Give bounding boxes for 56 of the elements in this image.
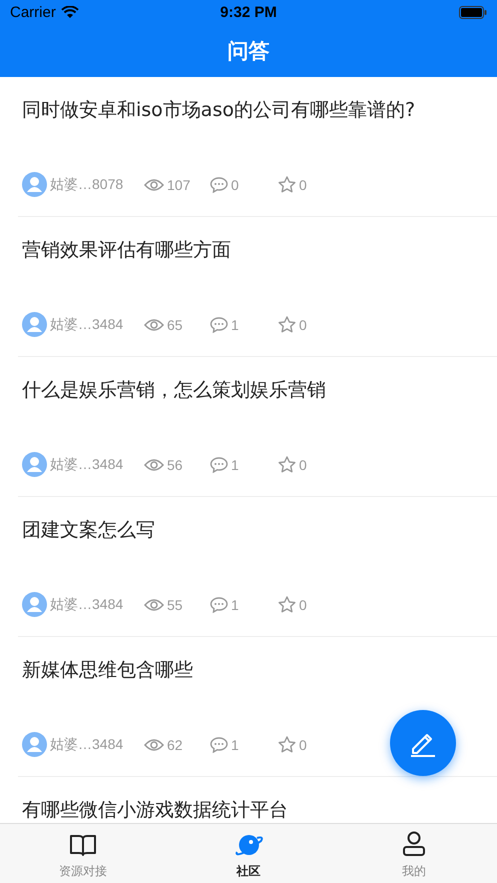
tab-bar-item[interactable]: 社区 <box>166 824 332 883</box>
author-name: 姑婆…3484 <box>50 456 124 474</box>
comment-count: 1 <box>231 736 239 752</box>
eye-icon <box>144 598 164 612</box>
compose-button[interactable] <box>390 710 456 776</box>
favorite-count: 0 <box>299 176 307 192</box>
author-name: 姑婆…3484 <box>50 316 124 334</box>
eye-icon <box>144 178 164 192</box>
comment-icon <box>210 456 228 472</box>
star-icon <box>278 176 296 193</box>
star-icon <box>278 316 296 333</box>
question-title[interactable]: 新媒体思维包含哪些 <box>22 657 497 683</box>
planet-icon <box>234 833 262 857</box>
battery-icon <box>459 6 487 18</box>
avatar-icon <box>22 172 47 197</box>
avatar-icon <box>22 592 47 617</box>
wifi-icon <box>60 6 79 18</box>
favorite-count: 0 <box>299 316 307 332</box>
view-count: 55 <box>167 596 183 612</box>
author-name: 姑婆…3484 <box>50 736 124 754</box>
avatar-icon <box>22 312 47 337</box>
clock-text: 9:32 PM <box>220 4 277 20</box>
author-name: 姑婆…3484 <box>50 596 124 614</box>
comment-icon <box>210 736 228 752</box>
comment-icon <box>210 176 228 192</box>
view-count: 107 <box>167 176 190 192</box>
comment-count: 1 <box>231 596 239 612</box>
book-icon <box>68 833 97 857</box>
avatar-icon <box>22 732 47 757</box>
avatar-icon <box>22 452 47 477</box>
person-icon <box>402 831 426 857</box>
view-count: 56 <box>167 456 183 472</box>
page-title: 问答 <box>226 38 270 64</box>
comment-count: 1 <box>231 456 239 472</box>
favorite-count: 0 <box>299 596 307 612</box>
question-title[interactable]: 同时做安卓和iso市场aso的公司有哪些靠谱的? <box>22 97 497 123</box>
favorite-count: 0 <box>299 456 307 472</box>
comment-count: 1 <box>231 316 239 332</box>
eye-icon <box>144 738 164 752</box>
star-icon <box>278 736 296 753</box>
question-title[interactable]: 营销效果评估有哪些方面 <box>22 237 497 263</box>
comment-icon <box>210 596 228 612</box>
view-count: 62 <box>167 736 183 752</box>
eye-icon <box>144 458 164 472</box>
comment-count: 0 <box>231 176 239 192</box>
question-title[interactable]: 什么是娱乐营销，怎么策划娱乐营销 <box>22 377 497 403</box>
star-icon <box>278 596 296 613</box>
star-icon <box>278 456 296 473</box>
favorite-count: 0 <box>299 736 307 752</box>
view-count: 65 <box>167 316 183 332</box>
author-name: 姑婆…8078 <box>50 176 124 194</box>
eye-icon <box>144 318 164 332</box>
carrier-text: Carrier <box>10 4 56 20</box>
question-title[interactable]: 有哪些微信小游戏数据统计平台 <box>22 797 497 823</box>
question-title[interactable]: 团建文案怎么写 <box>22 517 497 543</box>
comment-icon <box>210 316 228 332</box>
